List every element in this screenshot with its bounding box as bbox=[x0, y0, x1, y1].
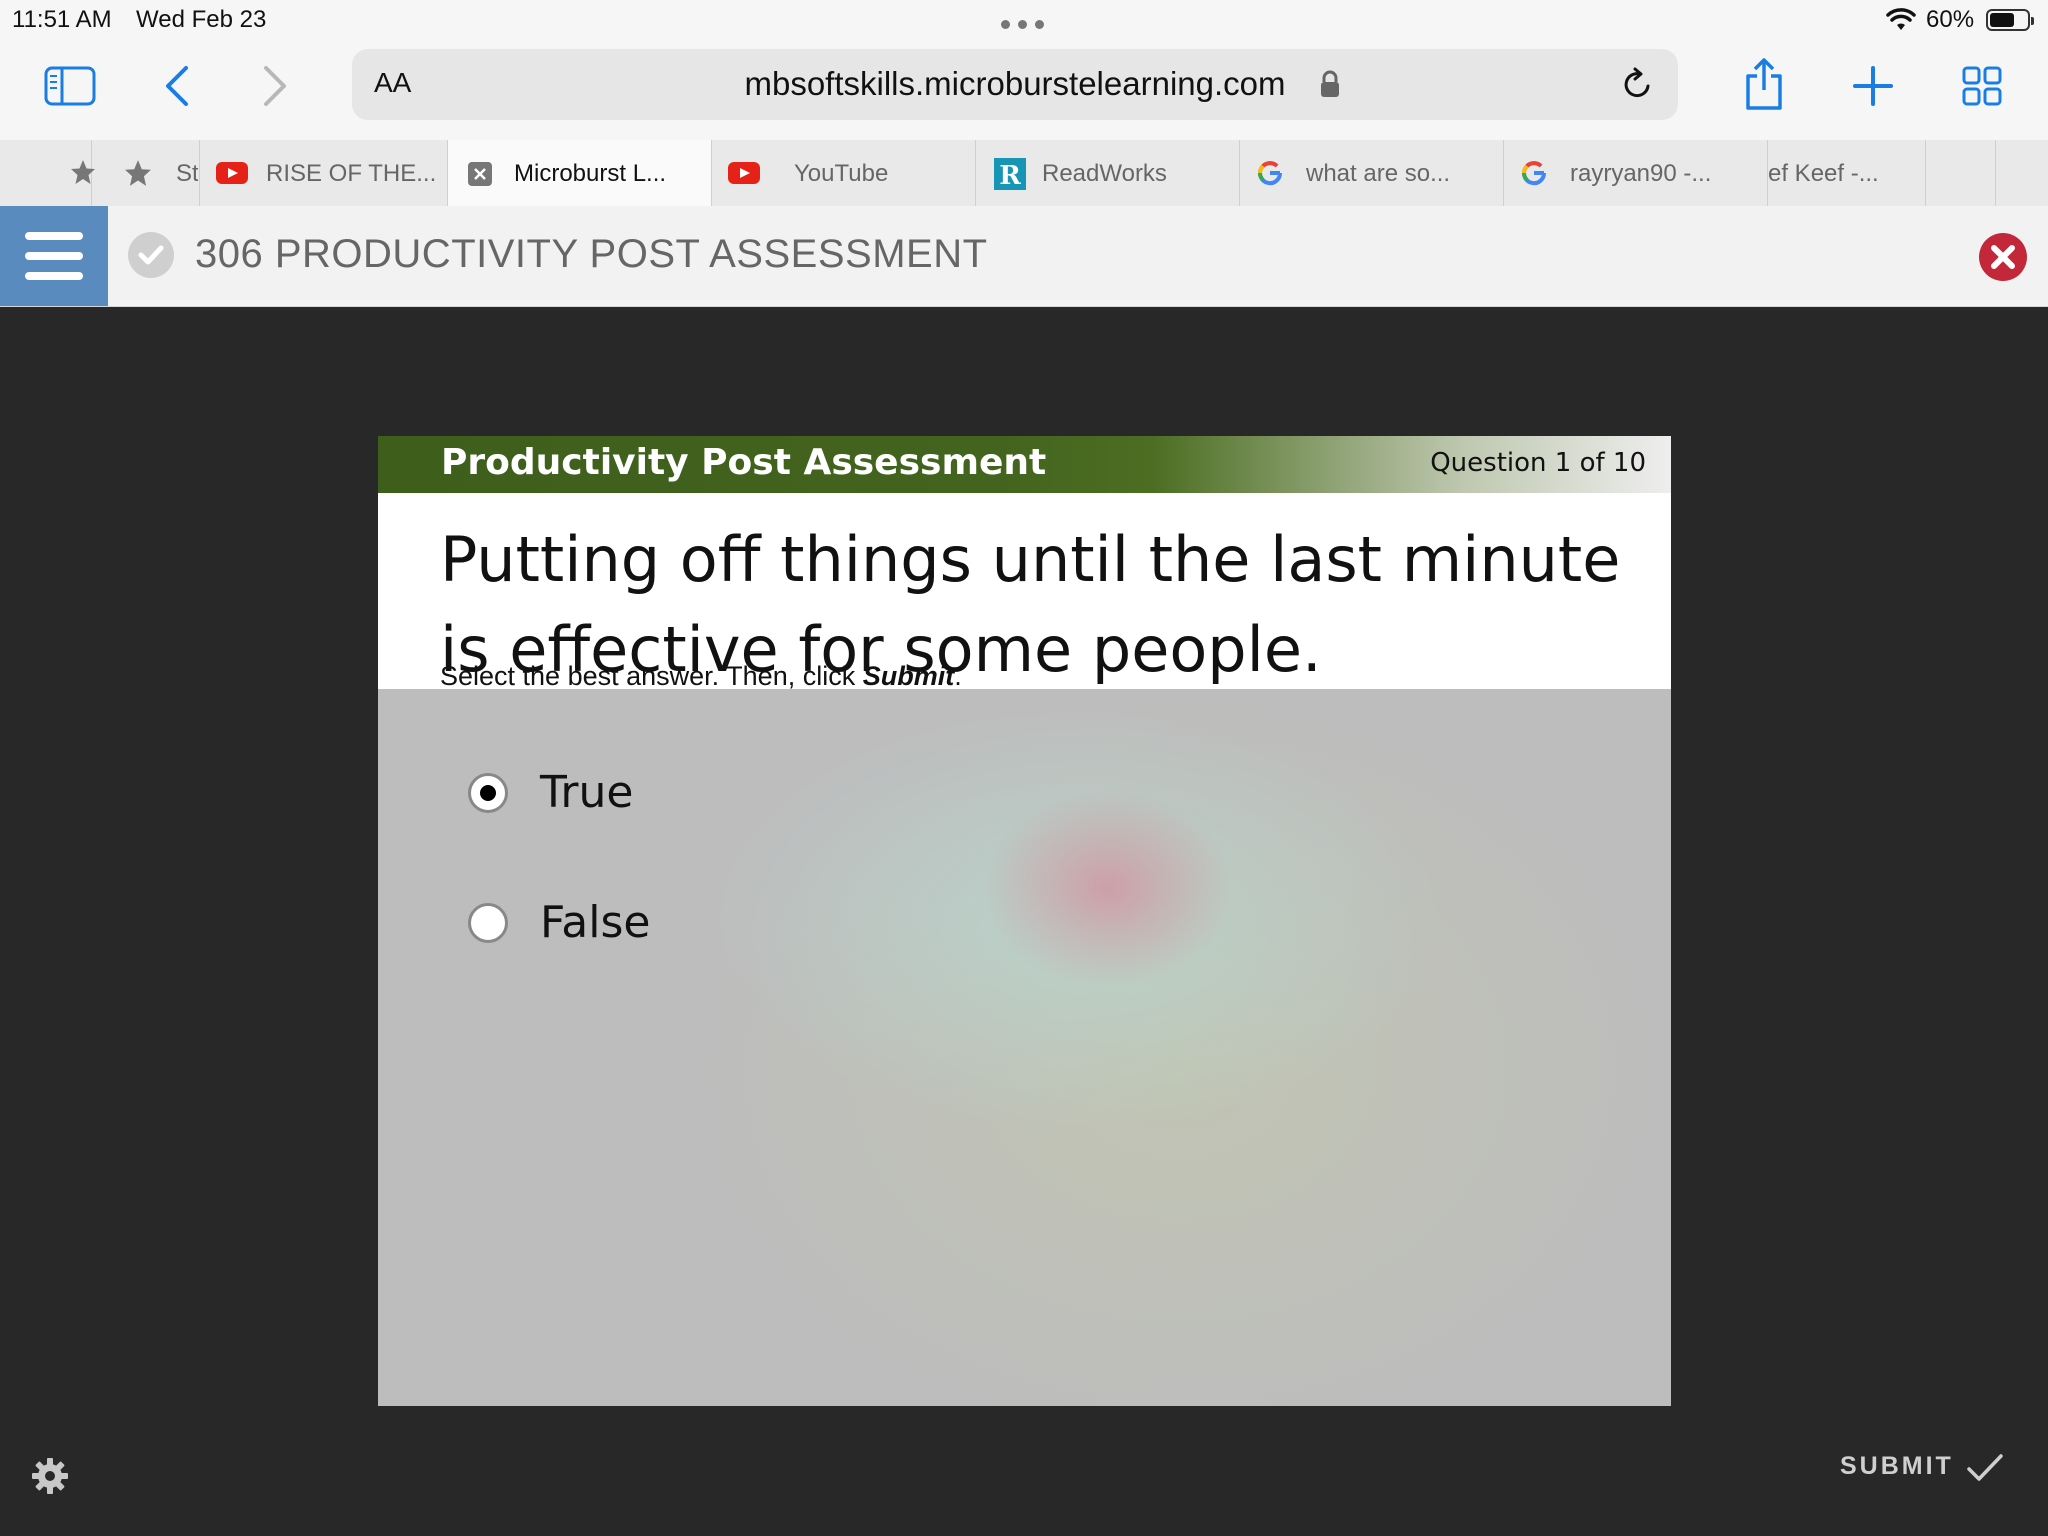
sidebar-icon[interactable] bbox=[44, 66, 96, 106]
battery-percent: 60% bbox=[1926, 6, 1975, 33]
tab-pinned[interactable] bbox=[34, 140, 95, 206]
youtube-icon bbox=[728, 162, 760, 184]
tab-label: St bbox=[176, 160, 198, 187]
status-bar: 11:51 AM Wed Feb 23 60% bbox=[0, 0, 2048, 44]
instruction-prefix: Select the best answer. Then, click bbox=[440, 661, 863, 691]
reload-icon[interactable] bbox=[1620, 66, 1656, 102]
back-icon[interactable] bbox=[162, 64, 192, 108]
lock-icon bbox=[1321, 70, 1339, 97]
google-icon bbox=[1258, 161, 1283, 186]
radio-true-selected[interactable] bbox=[468, 773, 508, 813]
slide-title: Productivity Post Assessment bbox=[441, 442, 1047, 483]
share-icon[interactable] bbox=[1744, 58, 1784, 110]
readworks-icon: R bbox=[994, 158, 1026, 190]
tab-item[interactable]: ef Keef -... bbox=[1768, 140, 1926, 206]
checkmark-icon[interactable] bbox=[1966, 1452, 2004, 1484]
tab-overview-icon[interactable] bbox=[1962, 66, 2002, 106]
tab-item[interactable] bbox=[1926, 140, 1996, 206]
address-bar[interactable]: AA mbsoftskills.microburstelearning.com bbox=[352, 49, 1678, 120]
assessment-slide: Productivity Post Assessment Question 1 … bbox=[378, 436, 1671, 1406]
svg-text:R: R bbox=[999, 161, 1021, 190]
instruction-emphasis: Submit bbox=[862, 661, 955, 691]
instruction-text: Select the best answer. Then, click Subm… bbox=[440, 661, 962, 692]
slide-header: Productivity Post Assessment Question 1 … bbox=[378, 436, 1671, 493]
completion-check-icon bbox=[128, 232, 174, 278]
tab-item[interactable]: YouTube bbox=[712, 140, 976, 206]
tab-label: what are so... bbox=[1306, 160, 1451, 187]
star-icon bbox=[125, 160, 151, 186]
tab-bar: St RISE OF THE... Microburst L... YouTub… bbox=[0, 140, 2048, 207]
tab-label: YouTube bbox=[794, 160, 889, 187]
wifi-icon bbox=[1886, 8, 1916, 30]
radio-false[interactable] bbox=[468, 903, 508, 943]
multitasking-dots-icon[interactable] bbox=[1001, 12, 1047, 32]
tab-item[interactable]: St bbox=[92, 140, 200, 206]
submit-button[interactable]: SUBMIT bbox=[1840, 1452, 1954, 1481]
battery-icon bbox=[1986, 9, 2034, 31]
question-counter: Question 1 of 10 bbox=[1430, 448, 1646, 478]
course-title: 306 PRODUCTIVITY POST ASSESSMENT bbox=[195, 232, 988, 276]
option-label: False bbox=[540, 897, 651, 948]
gear-icon[interactable] bbox=[30, 1456, 70, 1496]
google-icon bbox=[1522, 161, 1547, 186]
tab-item-active[interactable]: Microburst L... bbox=[448, 140, 712, 206]
tab-item[interactable]: rayryan90 -... bbox=[1504, 140, 1768, 206]
close-icon[interactable] bbox=[468, 162, 492, 186]
forward-icon[interactable] bbox=[260, 64, 290, 108]
tab-label: ef Keef -... bbox=[1768, 160, 1879, 187]
url-text[interactable]: mbsoftskills.microburstelearning.com bbox=[352, 65, 1678, 103]
tab-item[interactable]: R ReadWorks bbox=[976, 140, 1240, 206]
tab-label: rayryan90 -... bbox=[1570, 160, 1712, 187]
status-time: 11:51 AM bbox=[12, 6, 112, 33]
tab-item[interactable]: RISE OF THE... bbox=[200, 140, 448, 206]
course-header: 306 PRODUCTIVITY POST ASSESSMENT bbox=[0, 206, 2048, 307]
tab-label: ReadWorks bbox=[1042, 160, 1167, 187]
status-date: Wed Feb 23 bbox=[136, 6, 267, 33]
tab-label: RISE OF THE... bbox=[266, 160, 437, 187]
instruction-suffix: . bbox=[954, 661, 962, 691]
question-panel: Putting off things until the last minute… bbox=[378, 493, 1671, 692]
option-label: True bbox=[540, 767, 634, 818]
close-icon bbox=[1991, 245, 2015, 269]
close-course-button[interactable] bbox=[1979, 233, 2027, 281]
menu-button[interactable] bbox=[0, 206, 108, 306]
youtube-icon bbox=[216, 162, 248, 184]
new-tab-icon[interactable] bbox=[1853, 66, 1893, 106]
tab-item[interactable]: what are so... bbox=[1240, 140, 1504, 206]
tab-label: Microburst L... bbox=[514, 160, 667, 187]
answers-area: True False bbox=[378, 689, 1671, 1406]
